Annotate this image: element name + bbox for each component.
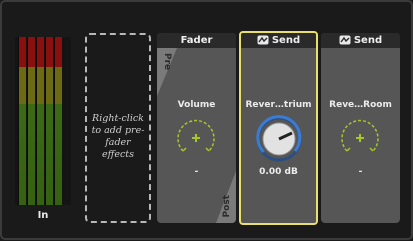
param-label: Rever…trium — [245, 100, 312, 110]
send-level-knob[interactable] — [337, 115, 383, 161]
param-value: 0.00 dB — [259, 167, 298, 177]
post-tab-label: Post — [222, 194, 232, 217]
meter-bar — [45, 37, 53, 205]
meter-bar — [36, 37, 44, 205]
input-meter-label: In — [37, 210, 49, 221]
pre-tab-label: Pre — [162, 53, 172, 71]
send-icon — [257, 35, 269, 45]
param-label: Volume — [177, 100, 216, 110]
meter-bar — [54, 37, 62, 205]
strip-header-label: Send — [353, 35, 383, 46]
send-strip[interactable]: Send Rever…trium 0.00 dB — [239, 31, 318, 225]
strip-header: Send — [241, 33, 316, 48]
meter-bar — [27, 37, 35, 205]
send-strip[interactable]: Send Reve…Room - — [321, 33, 400, 223]
strip-header: Fader — [157, 33, 236, 48]
meter-bar — [18, 37, 26, 205]
strip-header-label: Fader — [180, 35, 213, 46]
send-level-knob[interactable] — [255, 115, 303, 163]
param-value: - — [358, 167, 363, 177]
param-label: Reve…Room — [329, 100, 392, 110]
volume-knob[interactable] — [173, 115, 219, 161]
pre-fader-effects-drop-zone[interactable]: Right-click to add pre-fader effects — [85, 33, 151, 223]
strip-header: Send — [321, 33, 400, 48]
strip-header-label: Send — [271, 35, 301, 46]
fader-strip[interactable]: Fader Pre Volume - Post — [157, 33, 236, 223]
input-level-meter — [15, 37, 71, 205]
drop-zone-hint: Right-click to add pre-fader effects — [91, 113, 145, 160]
send-icon — [339, 35, 351, 45]
